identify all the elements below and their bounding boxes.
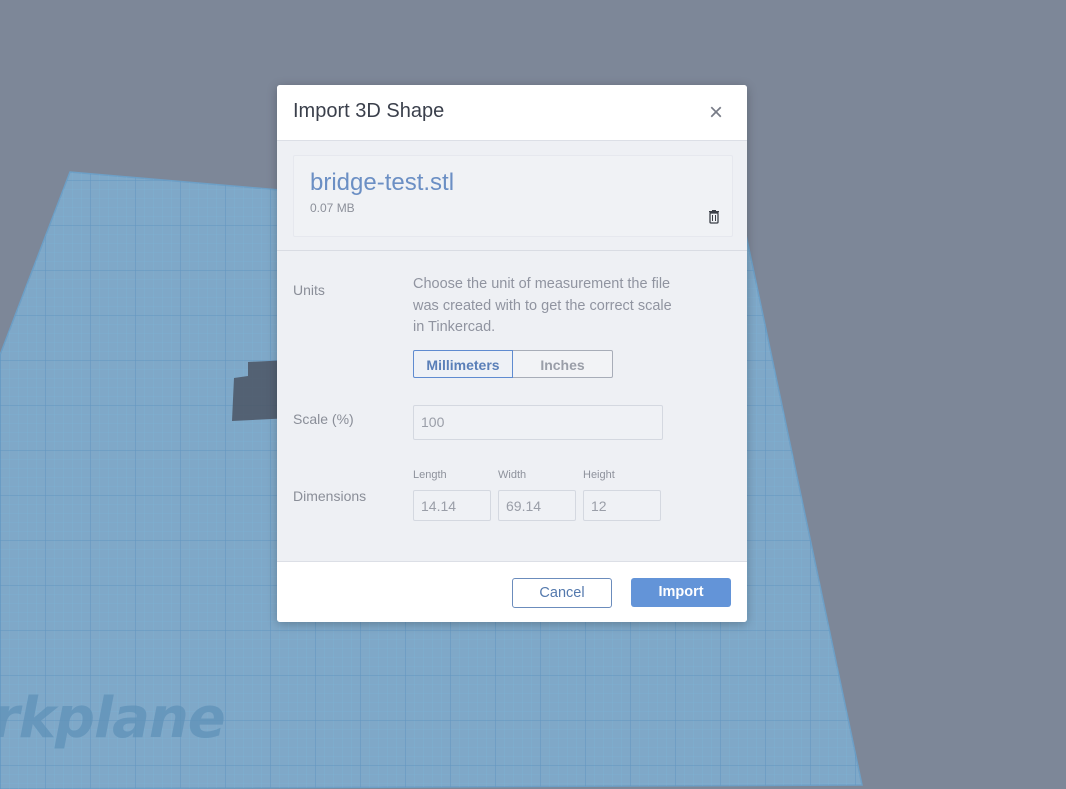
- unit-millimeters-button[interactable]: Millimeters: [413, 350, 513, 378]
- units-description: Choose the unit of measurement the file …: [413, 276, 672, 335]
- workplane-label: rkplane: [0, 686, 226, 751]
- length-caption: Length: [413, 469, 447, 481]
- file-size: 0.07 MB: [310, 201, 355, 215]
- dimensions-label: Dimensions: [293, 488, 367, 504]
- width-input[interactable]: 69.14: [498, 490, 576, 521]
- scale-input[interactable]: 100: [413, 405, 663, 440]
- scale-label: Scale (%): [293, 411, 354, 427]
- width-caption: Width: [498, 469, 527, 481]
- length-input[interactable]: 14.14: [413, 490, 491, 521]
- trash-icon[interactable]: [708, 210, 720, 224]
- divider: [277, 250, 747, 251]
- cancel-button[interactable]: Cancel: [512, 578, 612, 608]
- unit-inches-button[interactable]: Inches: [513, 350, 613, 378]
- import-button[interactable]: Import: [631, 578, 731, 607]
- dialog-title: Import 3D Shape: [293, 100, 445, 122]
- close-icon[interactable]: ×: [705, 101, 727, 125]
- import-dialog: Import 3D Shape × bridge-test.stl 0.07 M…: [277, 85, 747, 622]
- units-label: Units: [293, 282, 325, 298]
- dialog-header: Import 3D Shape ×: [277, 85, 747, 141]
- dialog-footer: Cancel Import: [277, 561, 747, 622]
- file-name: bridge-test.stl: [310, 169, 455, 196]
- file-card: bridge-test.stl 0.07 MB: [293, 155, 733, 237]
- height-caption: Height: [583, 469, 615, 481]
- height-input[interactable]: 12: [583, 490, 661, 521]
